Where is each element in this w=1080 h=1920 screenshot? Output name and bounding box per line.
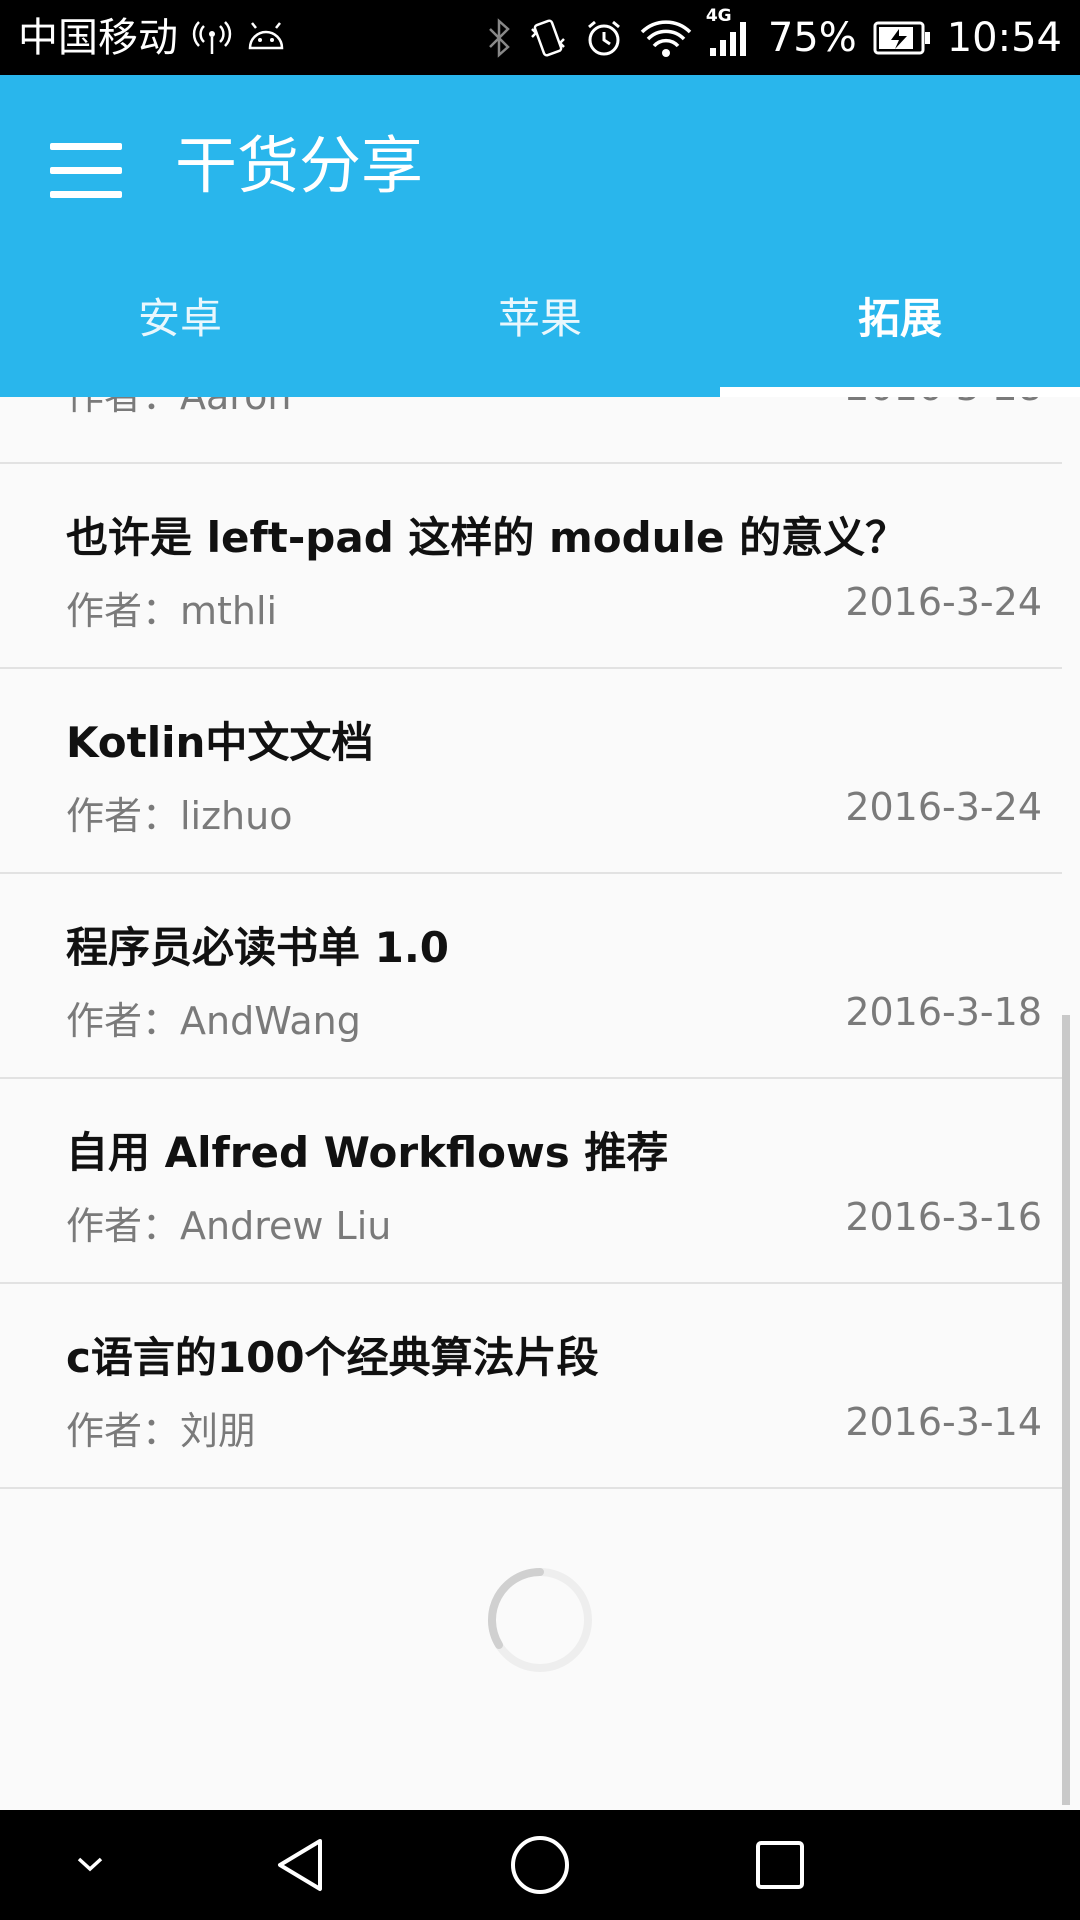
hide-nav-button[interactable]	[60, 1810, 120, 1920]
item-author: 作者：Aaron	[66, 397, 291, 420]
item-author: 作者：lizhuo	[66, 794, 293, 838]
item-date: 2016-3-24	[845, 785, 1042, 829]
recents-button[interactable]	[740, 1810, 820, 1920]
tab-indicator	[720, 387, 1080, 397]
tab-label: 安卓	[137, 294, 222, 343]
battery-percent: 75%	[767, 14, 857, 61]
vibrate-icon	[528, 17, 568, 59]
item-author: 作者：刘朋	[66, 1409, 257, 1453]
menu-icon[interactable]	[50, 135, 122, 207]
back-triangle-icon	[278, 1839, 322, 1891]
home-circle-icon	[511, 1836, 569, 1894]
item-author: 作者：mthli	[66, 589, 278, 633]
item-author: 作者：AndWang	[66, 999, 361, 1043]
page-title: 干货分享	[175, 129, 424, 202]
item-date: 2016-3-16	[845, 1195, 1042, 1239]
clock: 10:54	[946, 14, 1062, 61]
carrier-name: 中国移动	[18, 14, 178, 61]
item-title: c语言的100个经典算法片段	[66, 1333, 599, 1382]
android-icon	[246, 21, 286, 54]
hotspot-icon	[192, 20, 232, 56]
item-date: 2016-3-28	[845, 397, 1042, 409]
item-date: 2016-3-18	[845, 990, 1042, 1034]
alarm-icon	[584, 18, 624, 58]
navigation-bar	[0, 1810, 1080, 1920]
list-item[interactable]: 作者：Aaron 2016-3-28	[0, 397, 1062, 464]
item-date: 2016-3-14	[845, 1400, 1042, 1444]
home-button[interactable]	[500, 1810, 580, 1920]
tab-android[interactable]: 安卓	[0, 265, 360, 397]
battery-charging-icon	[873, 21, 931, 55]
tab-apple[interactable]: 苹果	[360, 265, 720, 397]
item-title: Kotlin中文文档	[66, 718, 374, 767]
item-date: 2016-3-24	[845, 580, 1042, 624]
chevron-down-icon	[77, 1857, 103, 1872]
tab-bar: 安卓 苹果 拓展	[0, 265, 1080, 397]
list-item[interactable]: Kotlin中文文档 作者：lizhuo 2016-3-24	[0, 667, 1062, 874]
recents-square-icon	[756, 1841, 804, 1889]
list-item[interactable]: c语言的100个经典算法片段 作者：刘朋 2016-3-14	[0, 1282, 1062, 1489]
item-title: 自用 Alfred Workflows 推荐	[66, 1128, 669, 1177]
tab-label: 拓展	[857, 294, 942, 343]
tab-label: 苹果	[497, 294, 582, 343]
wifi-icon	[640, 18, 692, 58]
scrollbar[interactable]	[1062, 1015, 1070, 1805]
list-item[interactable]: 程序员必读书单 1.0 作者：AndWang 2016-3-18	[0, 872, 1062, 1079]
app-bar: 干货分享 安卓 苹果 拓展	[0, 75, 1080, 397]
status-bar: 中国移动 4G 75% 10:54	[0, 0, 1080, 75]
loading-spinner	[485, 1565, 595, 1675]
list-item[interactable]: 也许是 left-pad 这样的 module 的意义？ 作者：mthli 20…	[0, 462, 1062, 669]
item-title: 也许是 left-pad 这样的 module 的意义？	[66, 513, 908, 562]
back-button[interactable]	[260, 1810, 340, 1920]
tab-extension[interactable]: 拓展	[720, 265, 1080, 397]
signal-icon: 4G	[706, 6, 752, 58]
item-title: 程序员必读书单 1.0	[66, 923, 450, 972]
list-item[interactable]: 自用 Alfred Workflows 推荐 作者：Andrew Liu 201…	[0, 1077, 1062, 1284]
network-type-label: 4G	[705, 5, 732, 26]
item-author: 作者：Andrew Liu	[66, 1204, 392, 1248]
bluetooth-icon	[486, 17, 512, 58]
